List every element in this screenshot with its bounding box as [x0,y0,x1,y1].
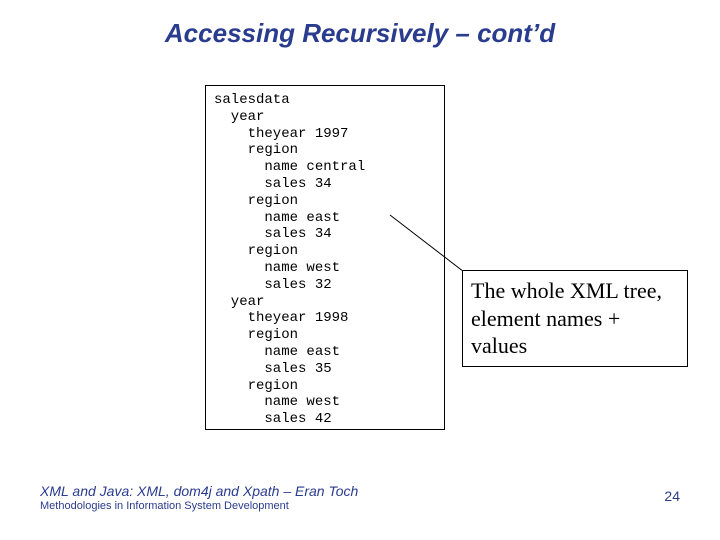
callout-box: The whole XML tree, element names + valu… [462,270,688,367]
slide-title: Accessing Recursively – cont’d [0,18,720,49]
footer-left: XML and Java: XML, dom4j and Xpath – Era… [40,483,358,514]
footer-line2: Methodologies in Information System Deve… [40,500,358,514]
footer-line1: XML and Java: XML, dom4j and Xpath – Era… [40,483,358,501]
code-output-text: salesdata year theyear 1997 region name … [214,92,436,428]
page-number: 24 [664,488,680,504]
callout-text: The whole XML tree, element names + valu… [471,278,662,358]
code-output-box: salesdata year theyear 1997 region name … [205,85,445,430]
